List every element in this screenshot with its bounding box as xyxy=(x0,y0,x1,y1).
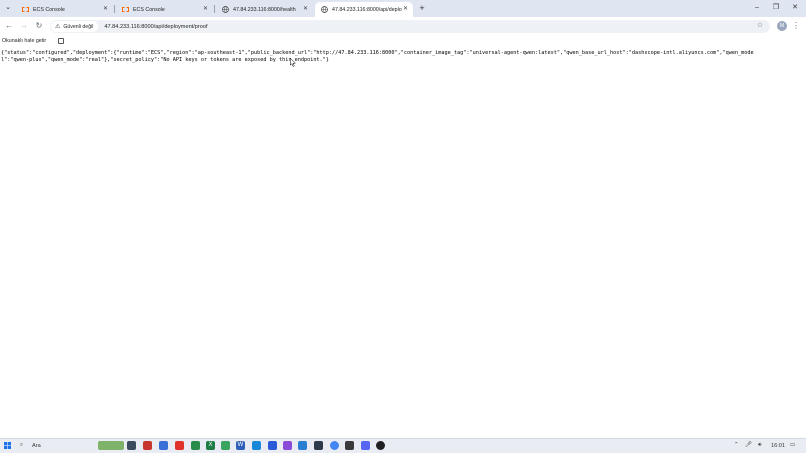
address-bar[interactable]: ⚠ Güvenli değil 47.84.233.116:8000/api/d… xyxy=(50,20,770,33)
app-icon-teal[interactable] xyxy=(221,441,230,450)
app-icon-green[interactable] xyxy=(191,441,200,450)
tab-separator xyxy=(114,5,115,13)
restore-window-icon[interactable]: ❐ xyxy=(771,3,781,13)
tab-separator xyxy=(214,5,215,13)
tab-title: 47.84.233.116:8000/api/deploy... xyxy=(332,6,402,13)
menu-kebab-icon[interactable]: ⋮ xyxy=(791,21,801,31)
alibaba-cloud-icon xyxy=(22,6,29,13)
close-tab-icon[interactable]: ✕ xyxy=(302,6,309,13)
security-indicator[interactable]: ⚠ Güvenli değil xyxy=(51,21,99,32)
url-text[interactable]: 47.84.233.116:8000/api/deployment/proof xyxy=(104,24,207,30)
windows-start-icon[interactable] xyxy=(3,441,12,450)
close-window-icon[interactable]: ✕ xyxy=(790,3,800,13)
security-label: Güvenli değil xyxy=(63,23,94,30)
warning-icon: ⚠ xyxy=(55,24,61,30)
discord-icon[interactable] xyxy=(361,441,370,450)
bookmark-star-icon[interactable]: ☆ xyxy=(755,21,765,31)
taskbar-search-label[interactable]: Ara xyxy=(32,443,41,449)
app-icon-blue[interactable] xyxy=(159,441,168,450)
close-tab-icon[interactable]: ✕ xyxy=(202,6,209,13)
task-view-icon[interactable] xyxy=(127,441,136,450)
tab-title: ECS Console xyxy=(33,6,65,13)
tab-deployment-proof[interactable]: 47.84.233.116:8000/api/deploy... ✕ xyxy=(315,2,413,17)
avatar[interactable]: M xyxy=(777,21,787,31)
app-icon-black[interactable] xyxy=(376,441,385,450)
chrome-icon[interactable] xyxy=(330,441,339,450)
notifications-icon[interactable]: ▭ xyxy=(790,442,795,448)
microphone-icon[interactable]: 🎤︎ xyxy=(745,442,752,448)
minimize-window-icon[interactable]: – xyxy=(752,3,762,13)
reload-icon[interactable]: ↻ xyxy=(34,21,44,31)
volume-icon[interactable]: 🔊︎ xyxy=(758,442,762,449)
pretty-print-label: Okunaklı hale getir xyxy=(2,38,47,44)
app-icon-dark-blue[interactable] xyxy=(268,441,277,450)
tab-ecs-console-1[interactable]: ECS Console ✕ xyxy=(16,2,113,17)
json-response-body: {"status":"configured","deployment":{"ru… xyxy=(1,50,754,63)
tab-health[interactable]: 47.84.233.116:8000/health ✕ xyxy=(216,2,313,17)
new-tab-icon[interactable]: + xyxy=(417,3,427,13)
forward-arrow-icon[interactable]: → xyxy=(19,21,29,31)
word-icon[interactable]: W xyxy=(236,441,245,450)
tab-title: 47.84.233.116:8000/health xyxy=(233,6,296,13)
edge-icon[interactable] xyxy=(252,441,261,450)
pretty-print-checkbox[interactable] xyxy=(58,38,64,44)
tab-ecs-console-2[interactable]: ECS Console ✕ xyxy=(116,2,213,17)
clock-text[interactable]: 16:01 xyxy=(771,443,785,449)
tab-search-icon[interactable]: ⌄ xyxy=(3,3,13,13)
pretty-print-bar: Okunaklı hale getir xyxy=(0,36,806,46)
excel-icon[interactable]: X xyxy=(206,441,215,450)
globe-icon xyxy=(321,6,328,13)
app-icon-purple[interactable] xyxy=(283,441,292,450)
shield-app-icon[interactable] xyxy=(175,441,184,450)
chevron-up-icon[interactable]: ⌃ xyxy=(734,442,739,448)
close-tab-icon[interactable]: ✕ xyxy=(402,6,409,13)
search-icon[interactable]: ⌕ xyxy=(20,442,23,449)
vscode-icon[interactable] xyxy=(298,441,307,450)
terminal-icon[interactable] xyxy=(314,441,323,450)
tab-title: ECS Console xyxy=(133,6,165,13)
close-tab-icon[interactable]: ✕ xyxy=(102,6,109,13)
globe-icon xyxy=(222,6,229,13)
alibaba-cloud-icon xyxy=(122,6,129,13)
mouse-cursor-icon xyxy=(290,58,296,67)
widgets-icon[interactable] xyxy=(98,441,124,450)
app-icon-dark[interactable] xyxy=(345,441,354,450)
app-icon-red[interactable] xyxy=(143,441,152,450)
back-arrow-icon[interactable]: ← xyxy=(4,21,14,31)
